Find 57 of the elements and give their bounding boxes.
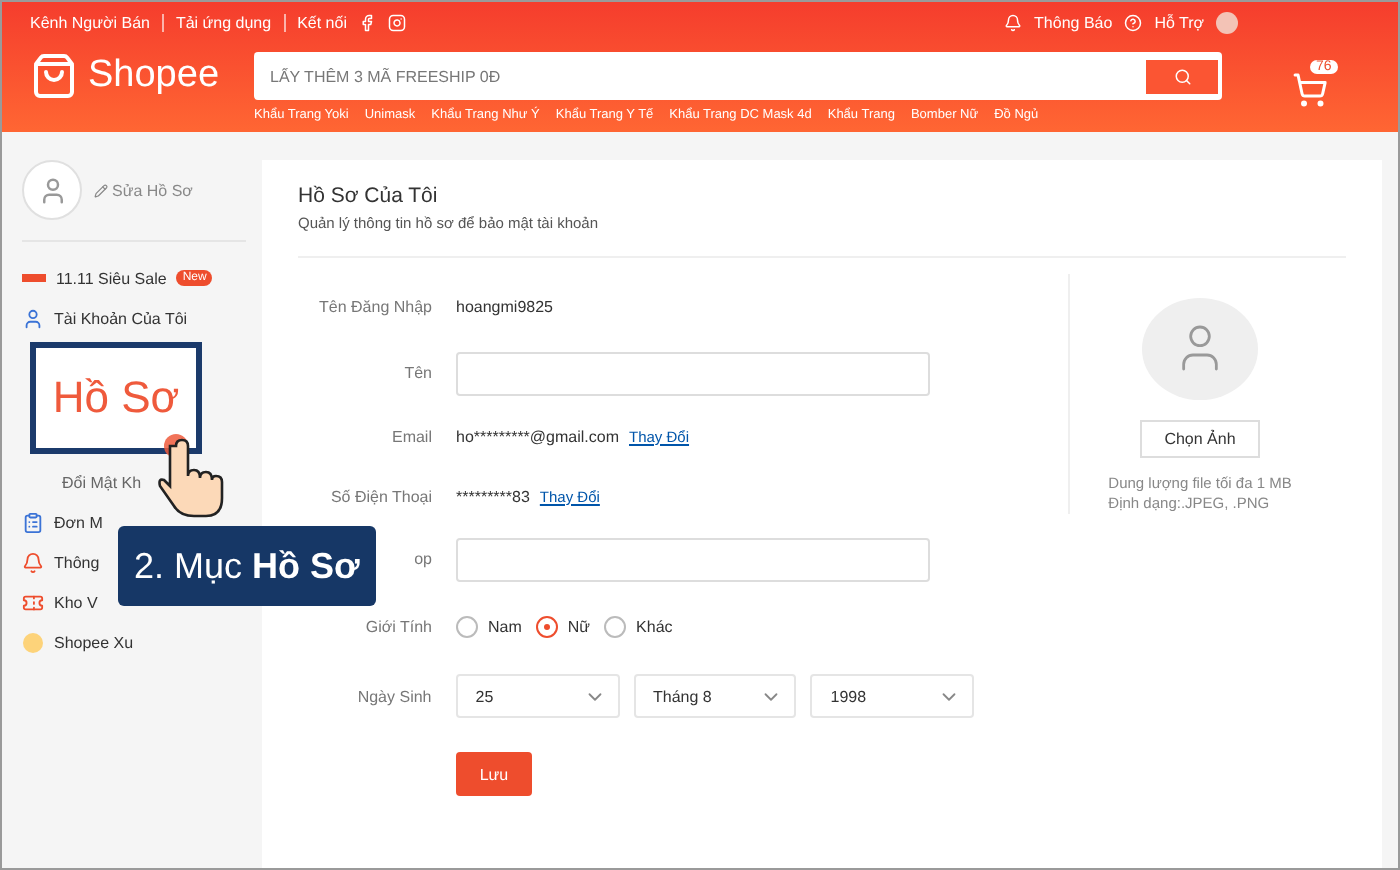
clipboard-icon bbox=[22, 511, 44, 533]
sidebar-item[interactable]: 11.11 Siêu Sale bbox=[56, 269, 167, 287]
field-label: Email bbox=[391, 427, 432, 445]
coin-icon bbox=[22, 631, 44, 653]
input-field[interactable] bbox=[456, 537, 930, 581]
field-value: *********83 bbox=[456, 487, 530, 505]
panel-title: Hồ Sơ Của Tôi bbox=[298, 184, 440, 208]
profile-callout: Hồ Sơ bbox=[30, 342, 202, 454]
save-button[interactable]: Lưu bbox=[456, 752, 532, 796]
shopping-bag-icon bbox=[30, 52, 78, 100]
field-label: Tên Đăng Nhập bbox=[319, 298, 432, 316]
instagram-icon[interactable] bbox=[388, 14, 407, 32]
radio-button[interactable] bbox=[604, 615, 627, 637]
sidebar-item[interactable]: Shopee Xu bbox=[54, 633, 134, 651]
user-icon bbox=[22, 307, 44, 329]
field-label: Giới Tính bbox=[365, 617, 432, 635]
radio-label: Nữ bbox=[567, 617, 591, 635]
edit-profile-link[interactable]: Sửa Hồ Sơ bbox=[94, 181, 193, 199]
bell-icon bbox=[1004, 14, 1023, 32]
cart-icon[interactable] bbox=[1292, 72, 1328, 108]
field-label: Tên bbox=[404, 364, 432, 382]
date-select[interactable]: 1998 bbox=[810, 674, 974, 718]
choose-image-button[interactable]: Chọn Ảnh bbox=[1140, 419, 1260, 458]
help-link[interactable]: Hỗ Trợ bbox=[1154, 14, 1204, 32]
search-button[interactable] bbox=[1146, 59, 1218, 93]
facebook-icon[interactable] bbox=[358, 14, 377, 32]
ticket-icon bbox=[22, 591, 44, 613]
field-value: hoangmi9825 bbox=[456, 298, 553, 316]
pencil-icon bbox=[94, 183, 108, 197]
top-link[interactable]: Kênh Người Bán bbox=[30, 14, 150, 32]
date-select[interactable]: Tháng 8 bbox=[633, 674, 797, 718]
sidebar-item[interactable]: Đổi Mật Kh bbox=[62, 473, 142, 491]
step-label: 2. Mục Hồ Sơ bbox=[118, 526, 376, 606]
sidebar-item[interactable]: Thông bbox=[54, 553, 100, 571]
radio-button[interactable] bbox=[535, 615, 558, 637]
notifications-link[interactable]: Thông Báo bbox=[1034, 14, 1113, 32]
radio-button[interactable] bbox=[456, 615, 478, 637]
input-field[interactable] bbox=[456, 351, 930, 395]
radio-label: Khác bbox=[636, 617, 673, 635]
sidebar-item[interactable]: Đơn M bbox=[54, 513, 103, 531]
date-select[interactable]: 25 bbox=[455, 674, 619, 718]
field-value: ho*********@gmail.com bbox=[456, 427, 619, 445]
search-icon bbox=[1173, 67, 1191, 85]
field-label: Ngày Sinh bbox=[357, 687, 432, 705]
logo-text[interactable]: Shopee bbox=[88, 54, 220, 98]
field-label: Số Điện Thoại bbox=[330, 487, 432, 505]
radio-label: Nam bbox=[488, 617, 522, 635]
top-link[interactable]: Kết nối bbox=[297, 14, 347, 32]
sidebar-item[interactable]: Tài Khoản Của Tôi bbox=[54, 309, 188, 327]
search-field[interactable]: LẤY THÊM 3 MÃ FREESHIP 0Đ bbox=[254, 52, 1222, 100]
bell-icon bbox=[22, 551, 44, 573]
sidebar-item[interactable]: Kho V bbox=[54, 593, 98, 611]
help-icon bbox=[1124, 14, 1143, 32]
top-link[interactable]: Tải ứng dụng bbox=[175, 14, 272, 32]
avatar-icon[interactable] bbox=[1216, 12, 1238, 34]
field-label: op bbox=[414, 550, 432, 568]
user-icon bbox=[37, 175, 67, 205]
